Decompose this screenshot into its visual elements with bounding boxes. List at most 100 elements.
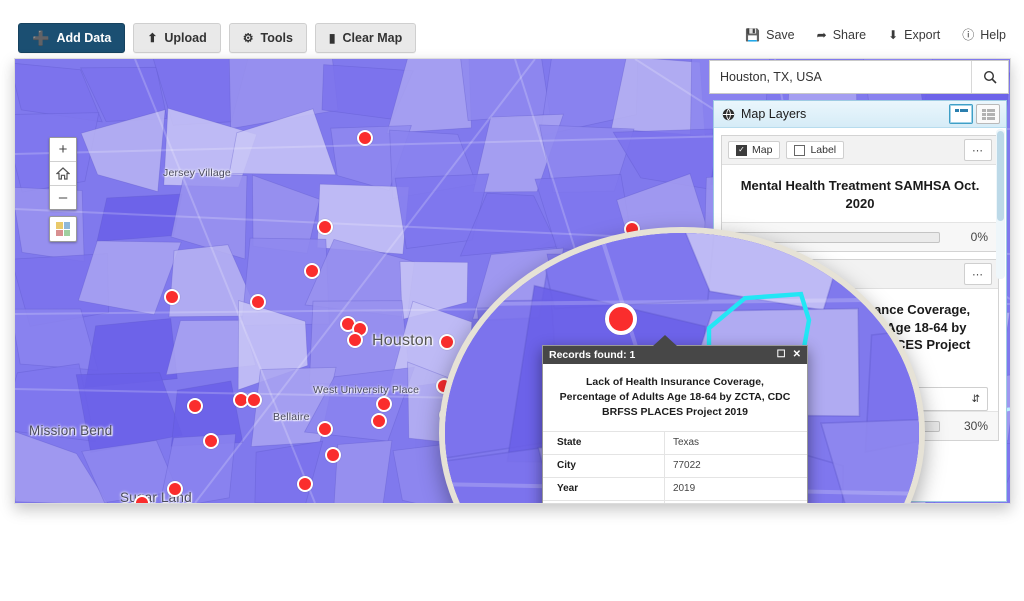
home-icon — [56, 167, 70, 180]
map-point-marker[interactable] — [187, 398, 203, 414]
share-label: Share — [833, 28, 866, 42]
layer-map-checkbox[interactable]: ✓ Map — [728, 141, 780, 159]
scrollbar-thumb[interactable] — [997, 131, 1004, 221]
tools-label: Tools — [261, 31, 293, 45]
popup-attribute-table: State Texas City 77022 Year 2019 Data Va… — [543, 431, 807, 504]
map-point-marker[interactable] — [347, 332, 363, 348]
search-input[interactable] — [710, 61, 971, 93]
map-point-marker[interactable] — [250, 294, 266, 310]
attr-value: Crude prevalence — [664, 500, 807, 504]
map-point-marker[interactable] — [317, 421, 333, 437]
upload-button[interactable]: ⬆ Upload — [133, 23, 220, 53]
popup-header-title: Records found: 1 — [549, 349, 635, 361]
export-label: Export — [904, 28, 940, 42]
map-point-marker[interactable] — [357, 130, 373, 146]
map-place-label: Mission Bend — [29, 423, 112, 438]
map-point-marker[interactable] — [304, 263, 320, 279]
stepper-icon: ⇵ — [972, 394, 980, 405]
map-point-marker[interactable] — [317, 219, 333, 235]
help-label: Help — [980, 28, 1006, 42]
tools-button[interactable]: ⚙ Tools — [229, 23, 307, 53]
layer-card-toolbar: ✓ Map Label ⋯ — [722, 136, 998, 165]
toolbar-right-group: 💾 Save ➦ Share ⬇ Export ⓘ Help — [745, 26, 1006, 43]
layer-title: Mental Health Treatment SAMHSA Oct. 2020 — [722, 165, 998, 222]
layer-label-checkbox[interactable]: Label — [786, 141, 844, 159]
map-place-label: Houston — [372, 332, 433, 350]
opacity-value: 30% — [950, 419, 988, 433]
zoom-out-button[interactable]: – — [50, 186, 76, 209]
card-view-toggle[interactable] — [949, 104, 973, 124]
popup-header-controls: ☐ ✕ — [777, 350, 801, 360]
clear-map-label: Clear Map — [343, 31, 403, 45]
table-row: Year 2019 — [543, 477, 807, 500]
add-data-label: Add Data — [56, 31, 111, 45]
map-point-marker[interactable] — [371, 413, 387, 429]
close-icon[interactable]: ✕ — [793, 350, 801, 360]
zoom-in-button[interactable]: + — [50, 138, 76, 162]
basemap-gallery-icon — [56, 222, 70, 236]
map-layers-title: Map Layers — [741, 107, 806, 121]
map-place-label: Bellaire — [273, 411, 310, 423]
list-view-icon — [982, 109, 995, 120]
clear-map-button[interactable]: ▮ Clear Map — [315, 23, 416, 53]
save-button[interactable]: 💾 Save — [745, 26, 794, 43]
toolbar-left-group: ➕ Add Data ⬆ Upload ⚙ Tools ▮ Clear Map — [18, 23, 416, 53]
map-point-marker[interactable] — [325, 447, 341, 463]
add-data-button[interactable]: ➕ Add Data — [18, 23, 125, 53]
location-search — [709, 60, 1009, 94]
map-layers-header: Map Layers — [714, 101, 1006, 128]
save-label: Save — [766, 28, 795, 42]
maximize-icon[interactable]: ☐ — [777, 350, 786, 360]
attr-key: City — [543, 454, 664, 477]
globe-icon — [722, 108, 735, 121]
export-icon: ⬇ — [888, 28, 898, 42]
gear-icon: ⚙ — [243, 32, 254, 44]
attr-key: Data Value Type — [543, 500, 664, 504]
layer-menu-button[interactable]: ⋯ — [964, 139, 992, 161]
attr-value: 2019 — [664, 477, 807, 500]
save-icon: 💾 — [745, 28, 760, 42]
feature-popup: Records found: 1 ☐ ✕ Lack of Health Insu… — [542, 345, 808, 504]
info-icon: ⓘ — [962, 26, 974, 43]
table-row: Data Value Type Crude prevalence — [543, 500, 807, 504]
map-point-marker[interactable] — [605, 303, 637, 335]
attr-value: 77022 — [664, 454, 807, 477]
eraser-icon: ▮ — [329, 32, 336, 44]
popup-header: Records found: 1 ☐ ✕ — [543, 346, 807, 364]
upload-icon: ⬆ — [147, 32, 157, 44]
basemap-gallery-button[interactable] — [49, 216, 77, 242]
help-button[interactable]: ⓘ Help — [962, 26, 1006, 43]
layer-menu-button[interactable]: ⋯ — [964, 263, 992, 285]
panel-scrollbar[interactable] — [996, 129, 1005, 279]
popup-title: Lack of Health Insurance Coverage, Perce… — [543, 364, 807, 431]
top-toolbar: ➕ Add Data ⬆ Upload ⚙ Tools ▮ Clear Map … — [0, 0, 1024, 62]
upload-label: Upload — [164, 31, 206, 45]
attr-value: Texas — [664, 431, 807, 454]
map-point-marker[interactable] — [167, 481, 183, 497]
map-point-marker[interactable] — [297, 476, 313, 492]
map-point-marker[interactable] — [246, 392, 262, 408]
plus-icon: ➕ — [32, 31, 49, 45]
share-button[interactable]: ➦ Share — [817, 26, 866, 43]
map-zoom-controls[interactable]: + – — [49, 137, 77, 210]
map-point-marker[interactable] — [376, 396, 392, 412]
checkbox-icon: ✓ — [736, 145, 747, 156]
export-button[interactable]: ⬇ Export — [888, 26, 940, 43]
map-point-marker[interactable] — [203, 433, 219, 449]
table-row: State Texas — [543, 431, 807, 454]
layer-view-toggle-group — [949, 104, 1000, 124]
checkbox-icon — [794, 145, 805, 156]
list-view-toggle[interactable] — [976, 104, 1000, 124]
layer-map-checkbox-label: Map — [752, 144, 772, 156]
opacity-value: 0% — [950, 230, 988, 244]
layer-label-checkbox-label: Label — [810, 144, 836, 156]
map-place-label: Jersey Village — [163, 167, 231, 179]
attr-key: Year — [543, 477, 664, 500]
grid-view-icon — [955, 109, 968, 120]
search-button[interactable] — [971, 61, 1008, 93]
popup-pointer — [653, 335, 677, 346]
map-point-marker[interactable] — [164, 289, 180, 305]
home-button[interactable] — [50, 162, 76, 186]
map-layers-title-group: Map Layers — [722, 107, 806, 121]
search-icon — [983, 70, 997, 84]
